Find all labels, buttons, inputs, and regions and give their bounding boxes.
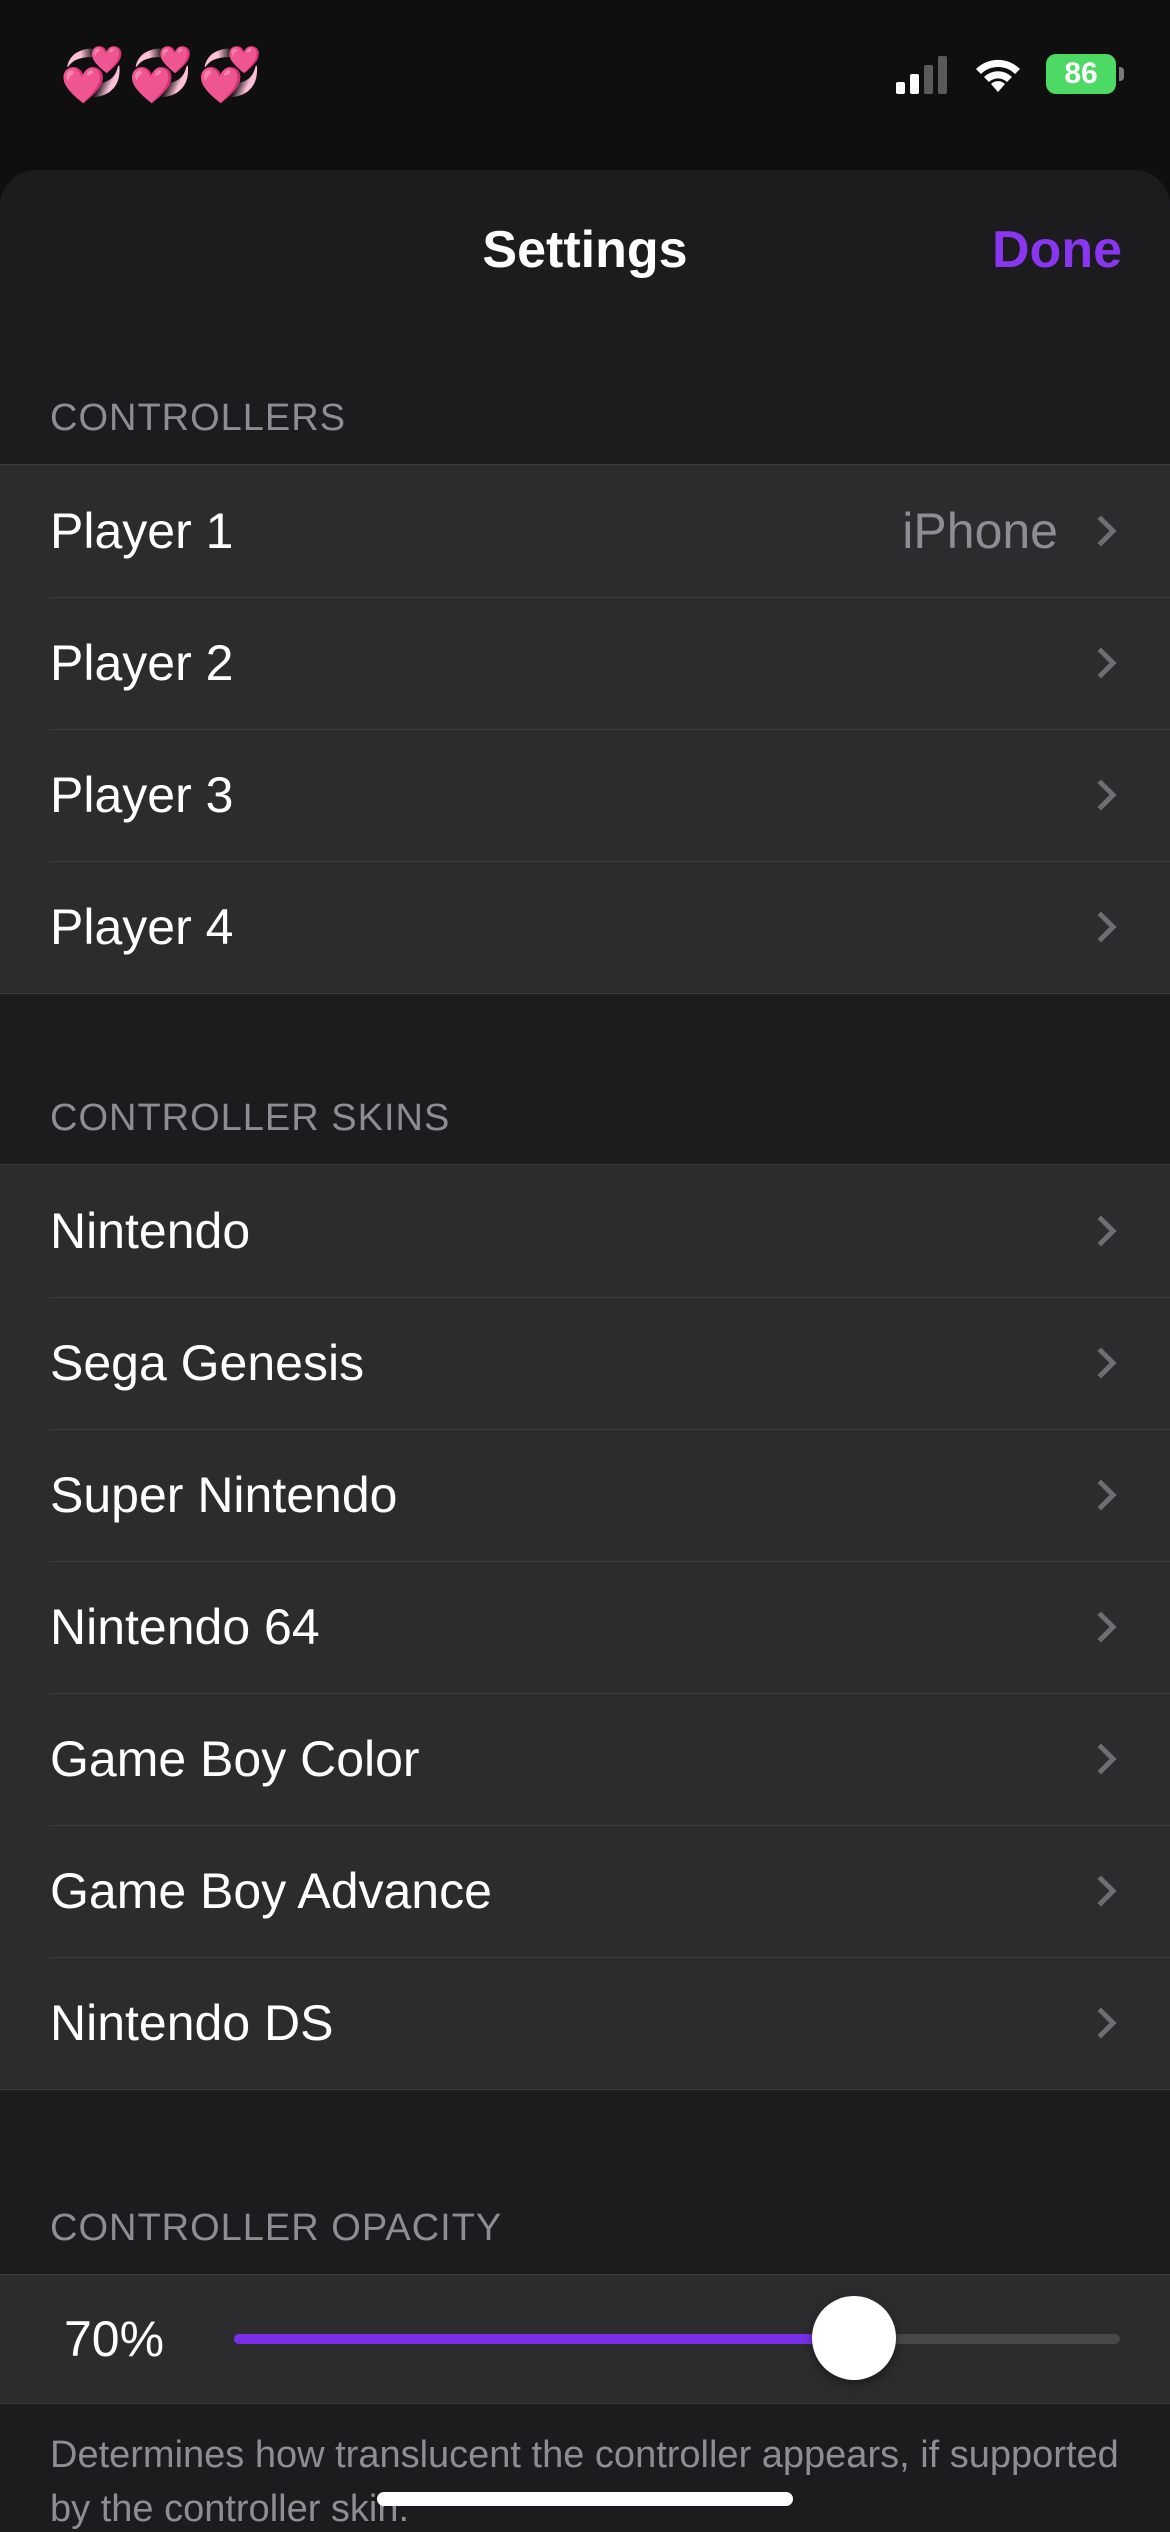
status-emoji: 💞💞💞	[60, 46, 267, 104]
controller-player-3-row[interactable]: Player 3	[0, 729, 1170, 861]
chevron-right-icon	[1085, 1479, 1117, 1511]
wifi-icon	[976, 59, 1020, 92]
skin-game-boy-color-row[interactable]: Game Boy Color	[0, 1693, 1170, 1825]
row-label: Player 3	[50, 767, 234, 823]
chevron-right-icon	[1085, 911, 1117, 943]
row-label: Player 2	[50, 635, 234, 691]
chevron-right-icon	[1085, 1743, 1117, 1775]
settings-sheet: Settings Done CONTROLLERS Player 1 iPhon…	[0, 170, 1170, 2532]
chevron-right-icon	[1085, 1215, 1117, 1247]
skin-nintendo-ds-row[interactable]: Nintendo DS	[0, 1957, 1170, 2089]
row-label: Super Nintendo	[50, 1467, 398, 1523]
signal-icon	[896, 56, 947, 94]
skin-nintendo-row[interactable]: Nintendo	[0, 1165, 1170, 1297]
skin-sega-genesis-row[interactable]: Sega Genesis	[0, 1297, 1170, 1429]
row-label: Game Boy Color	[50, 1731, 420, 1787]
chevron-right-icon	[1085, 1875, 1117, 1907]
skin-super-nintendo-row[interactable]: Super Nintendo	[0, 1429, 1170, 1561]
battery-charging-icon: 86	[1046, 54, 1124, 94]
done-button[interactable]: Done	[992, 220, 1122, 280]
row-label: Player 1	[50, 503, 234, 559]
row-value: iPhone	[902, 503, 1058, 559]
chevron-right-icon	[1085, 515, 1117, 547]
opacity-value-label: 70%	[64, 2311, 165, 2367]
section-header-controllers: CONTROLLERS	[50, 397, 347, 439]
row-label: Sega Genesis	[50, 1335, 365, 1391]
opacity-slider-row: 70%	[0, 2274, 1170, 2404]
controllers-list: Player 1 iPhone Player 2 Player 3 Player…	[0, 464, 1170, 994]
chevron-right-icon	[1085, 779, 1117, 811]
home-indicator[interactable]	[377, 2492, 793, 2506]
row-label: Game Boy Advance	[50, 1863, 492, 1919]
row-label: Player 4	[50, 899, 234, 955]
battery-level: 86	[1064, 57, 1098, 90]
opacity-slider-thumb[interactable]	[812, 2296, 897, 2380]
opacity-slider-fill	[234, 2334, 855, 2344]
controller-player-4-row[interactable]: Player 4	[0, 861, 1170, 993]
opacity-slider[interactable]	[234, 2296, 1120, 2380]
chevron-right-icon	[1085, 2007, 1117, 2039]
skin-game-boy-advance-row[interactable]: Game Boy Advance	[0, 1825, 1170, 1957]
row-label: Nintendo DS	[50, 1995, 334, 2051]
chevron-right-icon	[1085, 1611, 1117, 1643]
section-header-controller-opacity: CONTROLLER OPACITY	[50, 2207, 503, 2249]
chevron-right-icon	[1085, 647, 1117, 679]
row-label: Nintendo	[50, 1203, 251, 1259]
navigation-bar: Settings Done	[0, 170, 1170, 340]
status-icons: 86	[896, 52, 1124, 96]
controller-skins-list: Nintendo Sega Genesis Super Nintendo Nin…	[0, 1164, 1170, 2090]
chevron-right-icon	[1085, 1347, 1117, 1379]
controller-player-2-row[interactable]: Player 2	[0, 597, 1170, 729]
row-label: Nintendo 64	[50, 1599, 320, 1655]
section-header-controller-skins: CONTROLLER SKINS	[50, 1097, 451, 1139]
opacity-footnote: Determines how translucent the controlle…	[50, 2434, 1119, 2530]
status-bar: 💞💞💞 86	[0, 0, 1170, 150]
controller-player-1-row[interactable]: Player 1 iPhone	[0, 465, 1170, 597]
skin-nintendo-64-row[interactable]: Nintendo 64	[0, 1561, 1170, 1693]
